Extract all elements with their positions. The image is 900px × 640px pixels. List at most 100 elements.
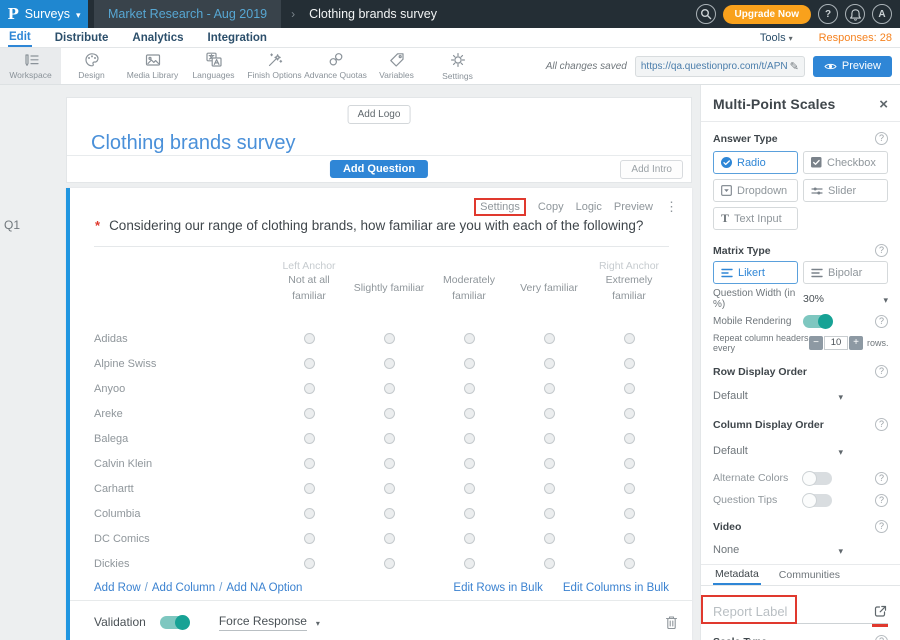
radio-button[interactable] bbox=[544, 508, 555, 519]
radio-button[interactable] bbox=[464, 558, 475, 569]
radio-button[interactable] bbox=[624, 458, 635, 469]
avatar[interactable]: A bbox=[872, 4, 892, 24]
help-icon[interactable] bbox=[875, 244, 888, 257]
radio-button[interactable] bbox=[304, 358, 315, 369]
radio-button[interactable] bbox=[304, 333, 315, 344]
matrix-type-likert-button[interactable]: Likert bbox=[713, 261, 798, 284]
external-link-icon[interactable] bbox=[873, 604, 888, 619]
close-icon[interactable] bbox=[879, 97, 888, 112]
answer-type-slider-button[interactable]: Slider bbox=[803, 179, 888, 202]
radio-button[interactable] bbox=[464, 383, 475, 394]
add-intro-button[interactable]: Add Intro bbox=[620, 160, 683, 179]
column-display-order-dropdown[interactable]: Default bbox=[713, 443, 843, 458]
validation-type-dropdown[interactable]: Force Response bbox=[219, 614, 307, 631]
question-settings-button[interactable]: Settings bbox=[474, 198, 526, 216]
question-width-value[interactable]: 30% bbox=[803, 293, 824, 305]
radio-button[interactable] bbox=[624, 483, 635, 494]
toolbar-item-advance-quotas[interactable]: Advance Quotas bbox=[305, 48, 366, 84]
preview-button[interactable]: Preview bbox=[813, 56, 892, 77]
add-na-option-link[interactable]: Add NA Option bbox=[226, 582, 302, 594]
add-question-button[interactable]: Add Question bbox=[330, 160, 428, 178]
radio-button[interactable] bbox=[384, 408, 395, 419]
matrix-type-bipolar-button[interactable]: Bipolar bbox=[803, 261, 888, 284]
radio-button[interactable] bbox=[544, 358, 555, 369]
radio-button[interactable] bbox=[544, 533, 555, 544]
radio-button[interactable] bbox=[464, 358, 475, 369]
add-column-link[interactable]: Add Column bbox=[152, 582, 215, 594]
matrix-column-header[interactable]: Slightly familiar bbox=[349, 280, 429, 296]
radio-button[interactable] bbox=[384, 333, 395, 344]
radio-button[interactable] bbox=[304, 508, 315, 519]
radio-button[interactable] bbox=[544, 458, 555, 469]
help-icon[interactable] bbox=[875, 494, 888, 507]
radio-button[interactable] bbox=[384, 508, 395, 519]
responses-count[interactable]: Responses: 28 bbox=[819, 32, 892, 44]
tools-menu[interactable]: Tools bbox=[760, 32, 793, 44]
radio-button[interactable] bbox=[304, 433, 315, 444]
app-logo-menu[interactable]: P Surveys bbox=[0, 0, 88, 28]
radio-button[interactable] bbox=[384, 383, 395, 394]
add-logo-button[interactable]: Add Logo bbox=[348, 105, 411, 124]
radio-button[interactable] bbox=[304, 533, 315, 544]
radio-button[interactable] bbox=[624, 358, 635, 369]
toolbar-item-variables[interactable]: Variables bbox=[366, 48, 427, 84]
radio-button[interactable] bbox=[544, 333, 555, 344]
radio-button[interactable] bbox=[304, 483, 315, 494]
delete-question-button[interactable] bbox=[665, 615, 678, 630]
chevron-down-icon[interactable] bbox=[883, 290, 888, 308]
help-icon[interactable] bbox=[875, 418, 888, 431]
add-row-link[interactable]: Add Row bbox=[94, 582, 141, 594]
validation-toggle[interactable] bbox=[160, 616, 189, 629]
radio-button[interactable] bbox=[304, 558, 315, 569]
radio-button[interactable] bbox=[464, 433, 475, 444]
search-button[interactable] bbox=[696, 4, 716, 24]
radio-button[interactable] bbox=[384, 458, 395, 469]
minus-stepper-button[interactable]: − bbox=[809, 336, 823, 350]
notifications-button[interactable] bbox=[845, 4, 865, 24]
question-text[interactable]: Considering our range of clothing brands… bbox=[109, 218, 643, 233]
matrix-column-header[interactable]: Extremely familiar bbox=[589, 272, 669, 305]
video-dropdown[interactable]: None bbox=[713, 542, 843, 557]
matrix-column-header[interactable]: Not at all familiar bbox=[269, 272, 349, 305]
answer-type-text-input-button[interactable]: T Text Input bbox=[713, 207, 798, 230]
radio-button[interactable] bbox=[464, 483, 475, 494]
matrix-row-label[interactable]: Alpine Swiss bbox=[94, 358, 269, 370]
survey-title[interactable]: Clothing brands survey bbox=[91, 132, 296, 155]
kebab-menu-icon[interactable] bbox=[665, 199, 678, 215]
question-preview-button[interactable]: Preview bbox=[614, 201, 653, 213]
radio-button[interactable] bbox=[624, 508, 635, 519]
help-icon[interactable] bbox=[875, 132, 888, 145]
radio-button[interactable] bbox=[624, 408, 635, 419]
matrix-row-label[interactable]: Calvin Klein bbox=[94, 458, 269, 470]
help-icon[interactable] bbox=[875, 365, 888, 378]
edit-url-icon[interactable] bbox=[787, 57, 799, 75]
help-icon[interactable] bbox=[875, 472, 888, 485]
radio-button[interactable] bbox=[384, 483, 395, 494]
help-icon[interactable] bbox=[875, 635, 888, 640]
matrix-row-label[interactable]: Adidas bbox=[94, 333, 269, 345]
alternate-colors-toggle[interactable] bbox=[803, 472, 832, 485]
radio-button[interactable] bbox=[624, 333, 635, 344]
breadcrumb-folder-link[interactable]: Market Research - Aug 2019 bbox=[108, 7, 267, 21]
radio-button[interactable] bbox=[624, 533, 635, 544]
radio-button[interactable] bbox=[544, 408, 555, 419]
radio-button[interactable] bbox=[624, 433, 635, 444]
radio-button[interactable] bbox=[464, 333, 475, 344]
radio-button[interactable] bbox=[464, 408, 475, 419]
radio-button[interactable] bbox=[544, 433, 555, 444]
radio-button[interactable] bbox=[464, 508, 475, 519]
radio-button[interactable] bbox=[384, 358, 395, 369]
edit-rows-bulk-link[interactable]: Edit Rows in Bulk bbox=[453, 582, 542, 594]
question-copy-button[interactable]: Copy bbox=[538, 201, 564, 213]
answer-type-radio-button[interactable]: Radio bbox=[713, 151, 798, 174]
tab-communities[interactable]: Communities bbox=[777, 565, 842, 585]
answer-type-checkbox-button[interactable]: Checkbox bbox=[803, 151, 888, 174]
radio-button[interactable] bbox=[544, 483, 555, 494]
help-button[interactable]: ? bbox=[818, 4, 838, 24]
matrix-row-label[interactable]: Carhartt bbox=[94, 483, 269, 495]
matrix-row-label[interactable]: Areke bbox=[94, 408, 269, 420]
matrix-row-label[interactable]: Dickies bbox=[94, 558, 269, 570]
repeat-headers-value[interactable]: 10 bbox=[824, 336, 848, 350]
toolbar-item-workspace[interactable]: Workspace bbox=[0, 48, 61, 84]
question-tips-toggle[interactable] bbox=[803, 494, 832, 507]
